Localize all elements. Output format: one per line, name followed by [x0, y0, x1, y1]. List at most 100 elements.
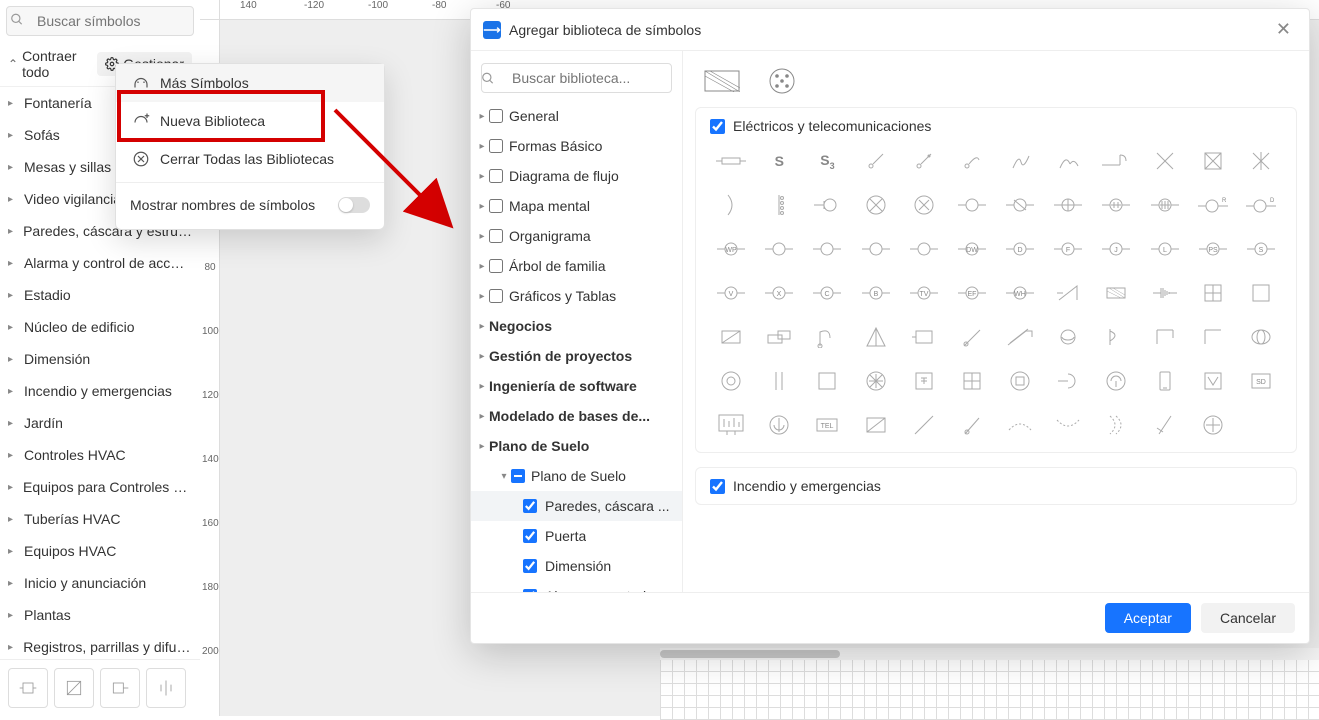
sidebar-item[interactable]: ▸Alarma y control de acceso: [0, 247, 200, 279]
sidebar-item[interactable]: ▸Núcleo de edificio: [0, 311, 200, 343]
symbol-thumb[interactable]: V: [710, 276, 752, 310]
symbol-thumb[interactable]: SD: [1240, 364, 1282, 398]
symbol-thumb[interactable]: [951, 408, 993, 442]
symbol-thumb[interactable]: S: [758, 144, 800, 178]
symbol-thumb[interactable]: J: [1095, 232, 1137, 266]
checkbox-mixed[interactable]: [511, 469, 525, 483]
symbol-thumb[interactable]: [1144, 276, 1186, 310]
context-new-library[interactable]: Nueva Biblioteca: [116, 102, 384, 140]
symbol-thumb[interactable]: [1095, 364, 1137, 398]
symbol-thumb[interactable]: [999, 188, 1041, 222]
tree-checkbox[interactable]: [523, 529, 537, 543]
tree-item[interactable]: ▸Negocios: [471, 311, 682, 341]
tree-item[interactable]: ▸Gráficos y Tablas: [471, 281, 682, 311]
symbol-thumb[interactable]: [1144, 364, 1186, 398]
symbol-thumb[interactable]: [1240, 320, 1282, 354]
symbol-thumb[interactable]: [758, 320, 800, 354]
symbol-thumb[interactable]: D: [1240, 188, 1282, 222]
symbol-thumb[interactable]: [1095, 320, 1137, 354]
symbol-thumb[interactable]: [1047, 144, 1089, 178]
preview-symbol[interactable]: [759, 67, 805, 95]
sidebar-item[interactable]: ▸Incendio y emergencias: [0, 375, 200, 407]
symbol-thumb[interactable]: [710, 364, 752, 398]
context-show-names-toggle[interactable]: Mostrar nombres de símbolos: [116, 187, 384, 223]
symbol-thumb[interactable]: S: [1240, 232, 1282, 266]
symbol-thumb[interactable]: [1192, 144, 1234, 178]
preview-symbol[interactable]: [699, 67, 745, 95]
symbol-thumb[interactable]: [710, 188, 752, 222]
tree-checkbox[interactable]: [489, 289, 503, 303]
symbol-thumb[interactable]: [710, 320, 752, 354]
tree-item[interactable]: ▸Mapa mental: [471, 191, 682, 221]
symbol-thumb[interactable]: [758, 364, 800, 398]
symbol-thumb[interactable]: [1047, 188, 1089, 222]
symbol-thumb[interactable]: [999, 144, 1041, 178]
symbol-thumb[interactable]: B: [855, 276, 897, 310]
symbol-thumb[interactable]: TEL: [806, 408, 848, 442]
tree-checkbox[interactable]: [489, 229, 503, 243]
tree-child-item[interactable]: Dimensión: [471, 551, 682, 581]
symbol-thumb[interactable]: [951, 320, 993, 354]
symbol-thumb[interactable]: [855, 364, 897, 398]
sidebar-item[interactable]: ▸Equipos para Controles HVAC: [0, 471, 200, 503]
symbol-thumb[interactable]: [999, 320, 1041, 354]
symbol-thumb[interactable]: [855, 188, 897, 222]
cancel-button[interactable]: Cancelar: [1201, 603, 1295, 633]
tool-icon-1[interactable]: [8, 668, 48, 708]
symbol-thumb[interactable]: [1192, 320, 1234, 354]
symbol-thumb[interactable]: L: [1144, 232, 1186, 266]
symbol-thumb[interactable]: [806, 364, 848, 398]
tool-icon-4[interactable]: [146, 668, 186, 708]
symbol-thumb[interactable]: [1047, 320, 1089, 354]
tree-item[interactable]: ▸Modelado de bases de...: [471, 401, 682, 431]
symbol-thumb[interactable]: [806, 188, 848, 222]
tree-item[interactable]: ▸General: [471, 101, 682, 131]
symbol-thumb[interactable]: [951, 364, 993, 398]
symbol-thumb[interactable]: [1240, 276, 1282, 310]
sidebar-item[interactable]: ▸Tuberías HVAC: [0, 503, 200, 535]
symbol-thumb[interactable]: C: [806, 276, 848, 310]
tree-item[interactable]: ▸Árbol de familia: [471, 251, 682, 281]
symbol-thumb[interactable]: PS: [1192, 232, 1234, 266]
symbol-thumb[interactable]: [806, 232, 848, 266]
symbol-thumb[interactable]: [951, 144, 993, 178]
symbol-thumb[interactable]: [903, 188, 945, 222]
tree-item[interactable]: ▸Organigrama: [471, 221, 682, 251]
tree-checkbox[interactable]: [489, 199, 503, 213]
symbol-thumb[interactable]: [806, 320, 848, 354]
symbol-thumb[interactable]: [1144, 188, 1186, 222]
symbol-thumb[interactable]: [1144, 144, 1186, 178]
symbol-thumb[interactable]: [1144, 408, 1186, 442]
symbol-thumb[interactable]: [710, 144, 752, 178]
symbol-thumb[interactable]: [855, 408, 897, 442]
close-icon[interactable]: ✕: [1270, 17, 1297, 42]
sidebar-item[interactable]: ▸Inicio y anunciación: [0, 567, 200, 599]
symbol-thumb[interactable]: D: [999, 232, 1041, 266]
symbol-thumb[interactable]: WH: [999, 276, 1041, 310]
sidebar-item[interactable]: ▸Jardín: [0, 407, 200, 439]
tree-item[interactable]: ▸Formas Básico: [471, 131, 682, 161]
symbol-thumb[interactable]: S3: [806, 144, 848, 178]
symbol-thumb[interactable]: X: [758, 276, 800, 310]
symbol-thumb[interactable]: [903, 364, 945, 398]
symbol-thumb[interactable]: [1192, 408, 1234, 442]
symbol-thumb[interactable]: [1047, 364, 1089, 398]
symbol-thumb[interactable]: R: [1192, 188, 1234, 222]
search-library-input[interactable]: [481, 63, 672, 93]
sidebar-item[interactable]: ▸Dimensión: [0, 343, 200, 375]
context-close-all[interactable]: Cerrar Todas las Bibliotecas: [116, 140, 384, 178]
sidebar-item[interactable]: ▸Estadio: [0, 279, 200, 311]
symbol-thumb[interactable]: EF: [951, 276, 993, 310]
symbol-thumb[interactable]: [1095, 144, 1137, 178]
symbol-thumb[interactable]: [903, 320, 945, 354]
symbol-thumb[interactable]: [1240, 408, 1282, 442]
context-more-symbols[interactable]: Más Símbolos: [116, 64, 384, 102]
symbol-thumb[interactable]: F: [1047, 232, 1089, 266]
symbol-thumb[interactable]: [1144, 320, 1186, 354]
symbol-thumb[interactable]: [903, 232, 945, 266]
symbol-thumb[interactable]: [951, 188, 993, 222]
symbol-thumb[interactable]: [903, 408, 945, 442]
symbol-thumb[interactable]: [1047, 276, 1089, 310]
collapse-all[interactable]: Contraer todo: [22, 48, 97, 80]
symbol-thumb[interactable]: [1047, 408, 1089, 442]
